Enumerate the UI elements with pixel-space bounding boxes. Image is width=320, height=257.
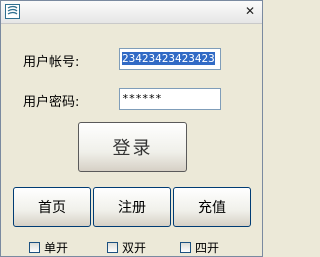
account-value: 23423423423423 bbox=[122, 52, 215, 65]
account-input[interactable]: 23423423423423 bbox=[119, 48, 221, 70]
title-bar[interactable]: ✕ bbox=[1, 1, 262, 24]
checkbox-box[interactable] bbox=[107, 242, 118, 253]
single-open-label: 单开 bbox=[44, 241, 69, 255]
password-input[interactable]: ****** bbox=[119, 88, 221, 110]
recharge-button[interactable]: 充值 bbox=[173, 187, 251, 227]
single-open-checkbox[interactable]: 单开 bbox=[29, 239, 68, 256]
close-icon[interactable]: ✕ bbox=[242, 4, 258, 18]
password-value: ****** bbox=[122, 92, 162, 105]
checkbox-box[interactable] bbox=[180, 242, 191, 253]
login-button[interactable]: 登录 bbox=[78, 122, 187, 172]
double-open-label: 双开 bbox=[122, 241, 147, 255]
app-logo-icon bbox=[5, 4, 20, 19]
home-button[interactable]: 首页 bbox=[13, 187, 91, 227]
double-open-checkbox[interactable]: 双开 bbox=[107, 239, 146, 256]
account-label: 用户帐号: bbox=[23, 55, 80, 70]
quad-open-label: 四开 bbox=[195, 241, 220, 255]
register-button[interactable]: 注册 bbox=[93, 187, 171, 227]
quad-open-checkbox[interactable]: 四开 bbox=[180, 239, 219, 256]
login-window: ✕ 用户帐号: 23423423423423 用户密码: ****** 登录 首… bbox=[0, 0, 263, 257]
password-label: 用户密码: bbox=[23, 95, 80, 110]
checkbox-box[interactable] bbox=[29, 242, 40, 253]
